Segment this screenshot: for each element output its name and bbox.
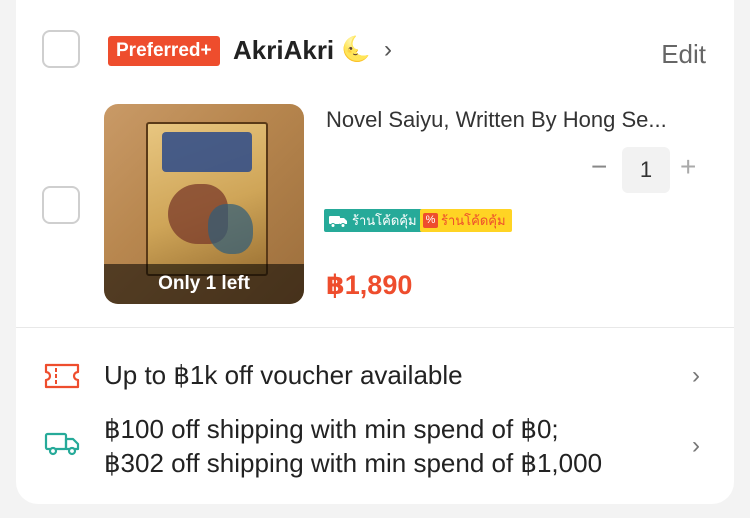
free-shipping-tag-label: ร้านโค้ดคุ้ม (352, 213, 417, 228)
book-cover-image (146, 122, 268, 276)
divider (16, 327, 734, 328)
truck-icon (44, 432, 80, 456)
percent-icon: % (423, 213, 438, 228)
moon-emoji: 🌜 (341, 36, 371, 63)
ticket-icon (44, 363, 80, 389)
shipping-offer-line-2: ฿302 off shipping with min spend of ฿1,0… (104, 448, 603, 478)
discount-tag: % ร้านโค้ดคุ้ม (420, 209, 512, 232)
discount-tag-label: ร้านโค้ดคุ้ม (441, 213, 506, 228)
quantity-decrease-button[interactable]: − (591, 152, 607, 182)
shipping-offer-text[interactable]: ฿100 off shipping with min spend of ฿0; … (104, 412, 602, 480)
cart-shop-card: Preferred+ AkriAkri 🌜 › Edit Only 1 left… (16, 0, 734, 504)
product-title[interactable]: Novel Saiyu, Written By Hong Se... (326, 106, 706, 134)
truck-icon (329, 215, 347, 228)
shop-name-link[interactable]: AkriAkri (233, 33, 334, 67)
voucher-text[interactable]: Up to ฿1k off voucher available (104, 358, 463, 392)
stock-label: Only 1 left (104, 264, 304, 304)
quantity-input[interactable]: 1 (622, 147, 670, 193)
shipping-offer-line-1: ฿100 off shipping with min spend of ฿0; (104, 414, 559, 444)
chevron-right-icon[interactable]: › (384, 36, 392, 64)
free-shipping-tag: ร้านโค้ดคุ้ม (324, 209, 423, 232)
quantity-increase-button[interactable]: + (680, 152, 696, 182)
chevron-right-icon[interactable]: › (692, 362, 700, 390)
product-thumbnail[interactable]: Only 1 left (104, 104, 304, 304)
preferred-plus-badge: Preferred+ (108, 36, 220, 66)
product-price: ฿1,890 (326, 270, 413, 300)
chevron-right-icon[interactable]: › (692, 432, 700, 460)
shop-select-checkbox[interactable] (42, 30, 80, 68)
item-select-checkbox[interactable] (42, 186, 80, 224)
edit-button[interactable]: Edit (661, 38, 706, 70)
